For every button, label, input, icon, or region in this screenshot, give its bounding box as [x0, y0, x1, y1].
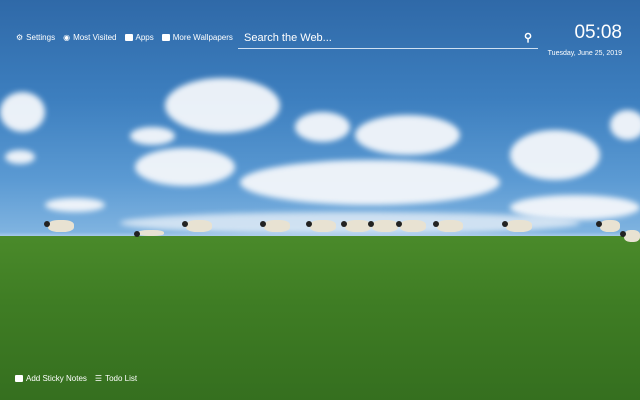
gear-icon: ⚙ [16, 33, 24, 42]
apps-link[interactable]: Apps [124, 33, 154, 42]
more-wallpapers-label: More Wallpapers [172, 33, 233, 42]
sticky-label: Add Sticky Notes [26, 374, 87, 383]
bottom-bar: Add Sticky Notes ☰ Todo List [15, 374, 137, 383]
list-icon: ☰ [94, 374, 103, 383]
top-nav: ⚙ Settings ◉ Most Visited Apps More Wallpa… [16, 33, 233, 42]
most-visited-link[interactable]: ◉ Most Visited [63, 33, 116, 42]
search-icon[interactable]: ⚲ [524, 31, 532, 44]
sticky-note-icon [15, 375, 23, 382]
apps-label: Apps [135, 33, 154, 42]
todo-list-button[interactable]: ☰ Todo List [95, 374, 137, 383]
settings-label: Settings [26, 33, 56, 42]
clock-time: 05:08 [574, 22, 622, 43]
image-icon [161, 34, 170, 41]
clock-date: Tuesday, June 25, 2019 [547, 50, 622, 57]
eye-icon: ◉ [63, 33, 71, 42]
most-visited-label: Most Visited [73, 33, 117, 42]
search-bar: ⚲ [238, 28, 538, 49]
add-sticky-notes-button[interactable]: Add Sticky Notes [15, 374, 87, 383]
todo-label: Todo List [105, 374, 138, 383]
wallpaper [0, 0, 640, 400]
more-wallpapers-link[interactable]: More Wallpapers [161, 33, 233, 42]
settings-link[interactable]: ⚙ Settings [16, 33, 55, 42]
apps-grid-icon [124, 34, 133, 41]
search-input[interactable] [238, 29, 508, 47]
